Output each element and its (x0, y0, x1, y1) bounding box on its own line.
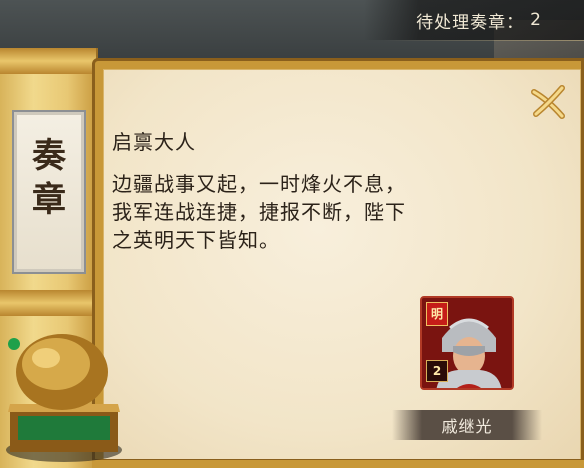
scroll-title-plate: 奏 章 (12, 110, 86, 274)
memorial-greeting: 启禀大人 (112, 130, 196, 154)
general-name: 戚继光 (441, 417, 493, 436)
scroll-cap-top (0, 48, 96, 74)
general-portrait[interactable]: 明 2 (420, 296, 514, 390)
scroll-title-char-1: 奏 (32, 136, 66, 176)
close-icon (531, 85, 565, 119)
rank-badge: 2 (426, 360, 448, 382)
pending-memorials-bar: 待处理奏章： 2 (364, 0, 584, 40)
panel-bottom-edge (92, 459, 584, 468)
pending-memorials-count: 2 (530, 10, 542, 30)
header-divider (384, 40, 584, 41)
scroll-title-char-2: 章 (32, 180, 66, 220)
memorial-panel: 启禀大人 边疆战事又起，一时烽火不息，我军连战连捷，捷报不断，陛下之英明天下皆知… (92, 58, 584, 468)
memorial-paper: 启禀大人 边疆战事又起，一时烽火不息，我军连战连捷，捷报不断，陛下之英明天下皆知… (103, 69, 581, 465)
imperial-seal-icon (6, 334, 122, 462)
pending-memorials-label: 待处理奏章： (416, 12, 525, 33)
close-button[interactable] (528, 82, 568, 122)
general-name-plate: 戚继光 (392, 410, 542, 440)
faction-badge: 明 (426, 302, 448, 326)
memorial-body: 边疆战事又起，一时烽火不息，我军连战连捷，捷报不断，陛下之英明天下皆知。 (112, 172, 406, 252)
